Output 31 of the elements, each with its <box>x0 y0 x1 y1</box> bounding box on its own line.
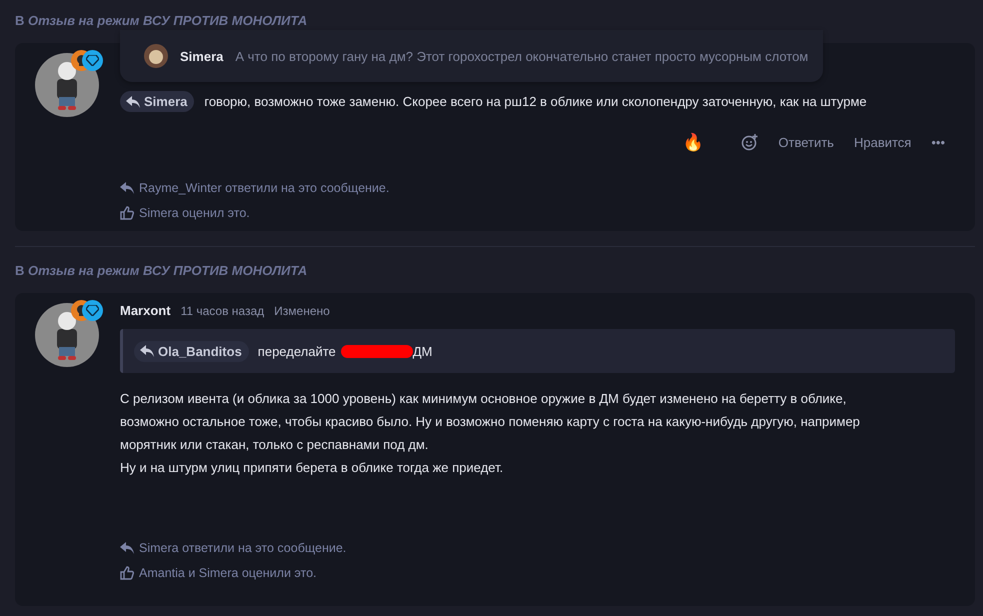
author-name[interactable]: Marxont <box>120 303 171 318</box>
post-time[interactable]: 11 часов назад <box>180 304 264 318</box>
edited-label: Изменено <box>274 304 330 318</box>
mention-chip[interactable]: Ola_Banditos <box>134 340 249 362</box>
diamond-badge-icon <box>82 300 103 321</box>
author-name[interactable]: Simera <box>180 48 224 64</box>
likes-note: Amantia и Simera оценили это. <box>139 566 317 580</box>
reaction-emoji[interactable]: 🔥 <box>682 132 704 153</box>
thread-link[interactable]: В Отзыв на режим ВСУ ПРОТИВ МОНОЛИТА <box>15 263 308 278</box>
add-reaction-icon[interactable] <box>741 134 758 151</box>
reply-icon <box>120 542 134 554</box>
reply-icon <box>126 96 140 108</box>
reply-icon <box>140 345 154 357</box>
diamond-badge-icon <box>82 50 103 71</box>
quoted-text: А что по второму гану на дм? Этот горохострел окончательно станет просто мусорным слотом <box>235 48 808 64</box>
thumbs-up-icon <box>120 206 134 220</box>
likes-note: Simera оценил это. <box>139 206 250 220</box>
quote-text: ДМ <box>412 344 432 358</box>
avatar[interactable] <box>144 44 168 68</box>
reply-link[interactable]: Ответить <box>778 135 834 150</box>
message-text: С релизом ивента (и облика за 1000 уровень) как минимум основное оружие в ДМ будет изменено на беретту в облике, возможно остальное тоже, чтобы красиво было. Ну и возможно поменяю карту с госта на какую-нибудь другую, например морятник или стакан, только с респавнами под дм. Ну и на штурм улиц припяти берета в облике тогда же приедет. <box>120 390 861 477</box>
like-link[interactable]: Нравится <box>854 135 912 150</box>
replies-note: Rayme_Winter ответили на это сообщение. <box>139 180 390 194</box>
replies-note: Simera ответили на это сообщение. <box>139 540 346 554</box>
thread-link[interactable]: В Отзыв на режим ВСУ ПРОТИВ МОНОЛИТА <box>15 13 308 28</box>
more-button[interactable]: ••• <box>931 135 945 150</box>
reply-icon <box>120 182 134 194</box>
thumbs-up-icon <box>120 566 134 580</box>
mention-chip[interactable]: Simera <box>120 91 194 112</box>
message-text: говорю, возможно тоже заменю. Скорее всего на рш12 в облике или сколопендру заточенную, как на штурме <box>204 94 867 109</box>
quote-text: переделайте <box>258 344 336 358</box>
